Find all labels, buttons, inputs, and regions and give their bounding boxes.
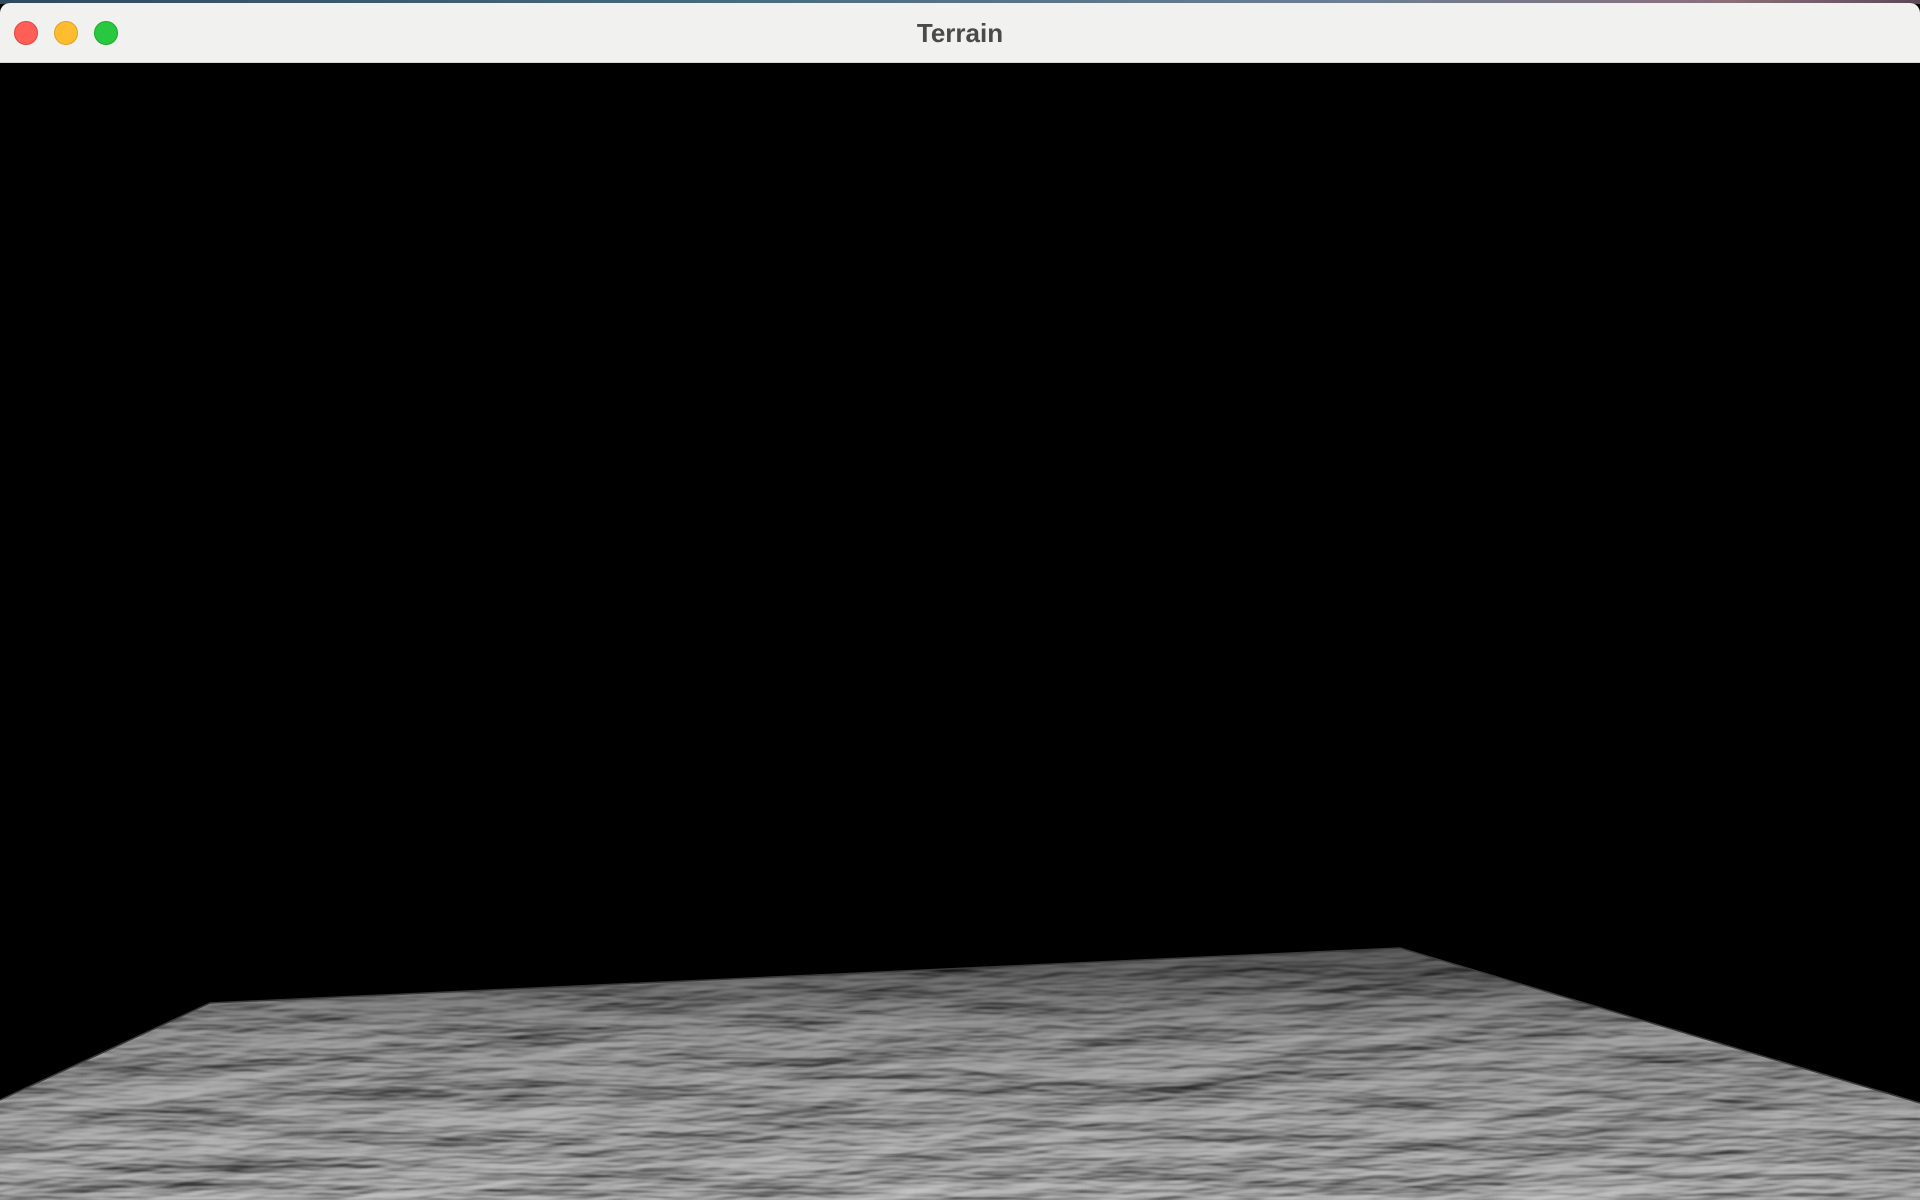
title-bar[interactable]: Terrain <box>0 3 1920 63</box>
render-viewport[interactable] <box>0 63 1920 1200</box>
terrain-mesh <box>0 947 1920 1200</box>
minimize-button[interactable] <box>54 21 78 45</box>
close-button[interactable] <box>14 21 38 45</box>
window-title: Terrain <box>916 18 1004 48</box>
zoom-button[interactable] <box>94 21 118 45</box>
terrain-window: Terrain <box>0 3 1920 1200</box>
